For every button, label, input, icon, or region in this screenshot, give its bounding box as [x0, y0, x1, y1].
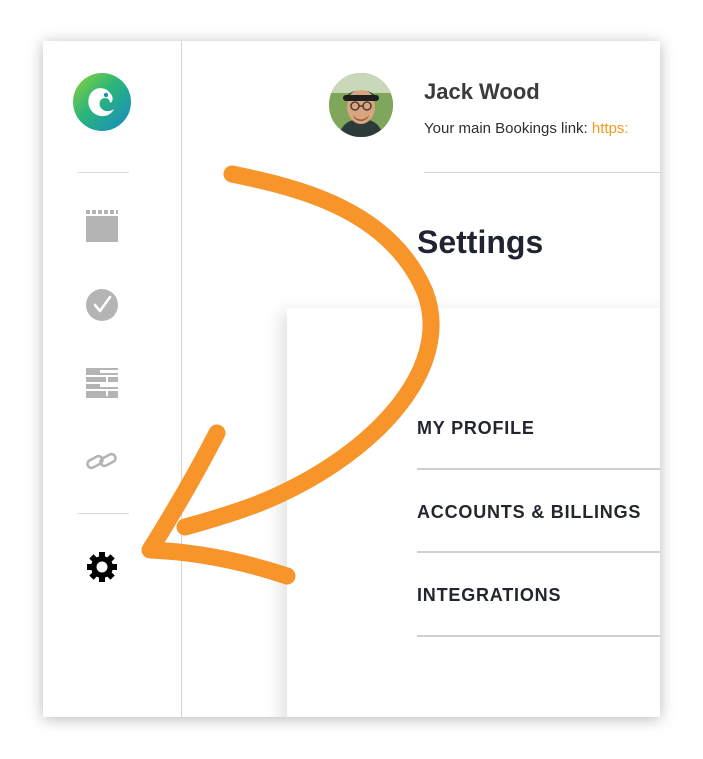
booking-link-label: Your main Bookings link:: [424, 120, 588, 137]
app-window: Jack Wood Your main Bookings link: https…: [43, 41, 660, 717]
menu-item-label: MY PROFILE: [417, 418, 535, 438]
checkmark-circle-icon: [86, 289, 118, 321]
list-table-icon: [86, 368, 118, 398]
link-icon: [86, 452, 117, 470]
gear-icon: [87, 552, 117, 582]
menu-item-integrations[interactable]: INTEGRATIONS: [417, 584, 660, 666]
page-title: Settings: [417, 224, 544, 260]
chameleon-logo-icon[interactable]: [73, 73, 131, 131]
header-divider: [424, 172, 660, 173]
menu-item-my-profile[interactable]: MY PROFILE: [417, 417, 660, 499]
sidebar-item-approvals[interactable]: [84, 287, 120, 323]
menu-item-label: ACCOUNTS & BILLINGS: [417, 502, 642, 522]
menu-item-label: INTEGRATIONS: [417, 585, 562, 605]
user-name: Jack Wood: [424, 79, 540, 104]
avatar[interactable]: [329, 73, 393, 137]
menu-divider: [417, 635, 660, 637]
booking-link-line: Your main Bookings link: https:: [424, 120, 629, 137]
sidebar-divider: [78, 513, 129, 514]
sidebar-item-links[interactable]: [84, 443, 120, 479]
menu-divider: [417, 468, 660, 470]
menu-item-accounts-billings[interactable]: ACCOUNTS & BILLINGS: [417, 501, 660, 583]
sidebar: [43, 41, 182, 717]
menu-divider: [417, 551, 660, 553]
sidebar-item-calendar[interactable]: [84, 208, 120, 244]
booking-link[interactable]: https:: [592, 120, 629, 137]
sidebar-divider: [78, 172, 129, 173]
sidebar-item-lists[interactable]: [84, 365, 120, 401]
sidebar-item-settings[interactable]: [84, 549, 120, 585]
calendar-icon: [86, 210, 118, 242]
